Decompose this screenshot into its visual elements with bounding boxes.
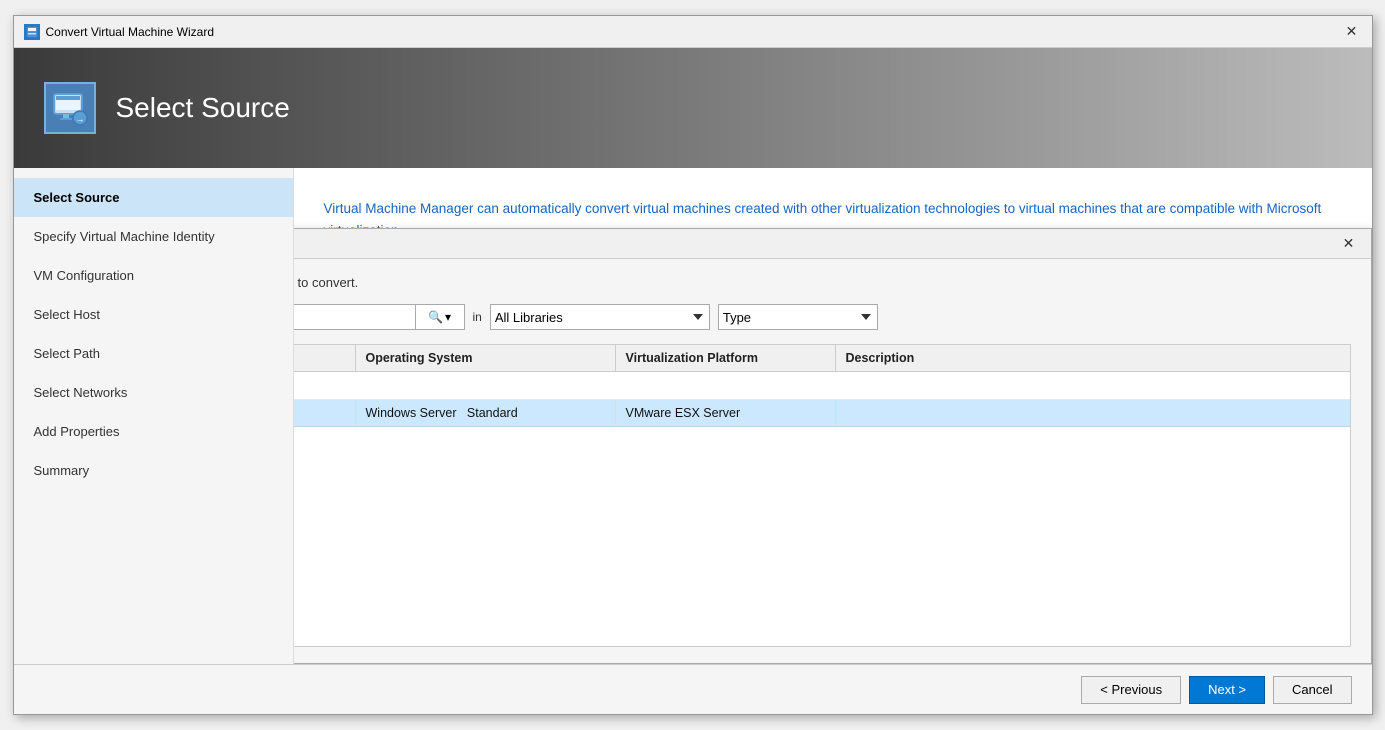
wizard-nav: Select Source Specify Virtual Machine Id… <box>14 168 294 664</box>
col-os: Operating System <box>356 345 616 371</box>
search-input[interactable] <box>294 304 415 330</box>
cell-os-edition: Standard <box>467 406 518 420</box>
cell-owner <box>294 400 356 426</box>
wizard-header-title: Select Source <box>116 92 290 124</box>
table-group-row[interactable]: ▼ Type: Virtual Machine <box>294 372 1350 400</box>
dialog-close-button[interactable]: ✕ <box>1339 234 1359 254</box>
library-select[interactable]: All Libraries <box>490 304 710 330</box>
table-header: Name Owner Operating System Virtualizati… <box>294 345 1350 372</box>
nav-item-select-networks[interactable]: Select Networks <box>14 373 293 412</box>
search-button[interactable]: 🔍 ▾ <box>415 304 465 330</box>
cell-description <box>836 400 1350 426</box>
previous-button[interactable]: < Previous <box>1081 676 1181 704</box>
wizard-window: Convert Virtual Machine Wizard ✕ → Selec… <box>13 15 1373 715</box>
svg-text:→: → <box>75 114 84 124</box>
col-description: Description <box>836 345 1350 371</box>
cell-os: Windows Server Standard <box>356 400 616 426</box>
type-select[interactable]: Type <box>718 304 878 330</box>
window-title: Convert Virtual Machine Wizard <box>46 25 1342 39</box>
nav-item-specify-vm-identity[interactable]: Specify Virtual Machine Identity <box>14 217 293 256</box>
dialog-title-bar: Select Virtual Machine Source ✕ <box>294 229 1371 259</box>
wizard-header: → Select Source <box>14 48 1372 168</box>
search-input-wrapper <box>294 304 415 330</box>
col-platform: Virtualization Platform <box>616 345 836 371</box>
dialog-overlay: Select Virtual Machine Source ✕ Select t… <box>294 168 1372 664</box>
window-icon <box>24 24 40 40</box>
cell-platform: VMware ESX Server <box>616 400 836 426</box>
cell-os-name: Windows Server <box>366 406 457 420</box>
cancel-button[interactable]: Cancel <box>1273 676 1351 704</box>
window-close-button[interactable]: ✕ <box>1342 22 1362 42</box>
next-button[interactable]: Next > <box>1189 676 1265 704</box>
vm-table: Name Owner Operating System Virtualizati… <box>294 344 1351 647</box>
nav-item-vm-configuration[interactable]: VM Configuration <box>14 256 293 295</box>
nav-item-select-host[interactable]: Select Host <box>14 295 293 334</box>
search-icon: 🔍 <box>428 310 443 324</box>
dialog-desc: Select the virtual machine that you woul… <box>294 275 1351 290</box>
search-dropdown-icon: ▾ <box>445 310 451 324</box>
nav-item-select-path[interactable]: Select Path <box>14 334 293 373</box>
wizard-footer: < Previous Next > Cancel <box>14 664 1372 714</box>
nav-item-select-source[interactable]: Select Source <box>14 178 293 217</box>
search-row: 🔍 ▾ in All Libraries Type <box>294 304 1351 330</box>
in-label: in <box>465 310 490 324</box>
header-icon: → <box>44 82 96 134</box>
nav-item-summary[interactable]: Summary <box>14 451 293 490</box>
wizard-content: Virtual Machine Manager can automaticall… <box>294 168 1372 664</box>
nav-item-add-properties[interactable]: Add Properties <box>14 412 293 451</box>
dialog-title-text: Select Virtual Machine Source <box>294 236 1339 251</box>
dialog-box: Select Virtual Machine Source ✕ Select t… <box>294 228 1372 664</box>
wizard-body: Select Source Specify Virtual Machine Id… <box>14 168 1372 664</box>
col-owner: Owner <box>294 345 356 371</box>
table-row[interactable]: VM Windows Server Standard VMware ESX Se… <box>294 400 1350 427</box>
title-bar: Convert Virtual Machine Wizard ✕ <box>14 16 1372 48</box>
dialog-body: Select the virtual machine that you woul… <box>294 259 1371 663</box>
